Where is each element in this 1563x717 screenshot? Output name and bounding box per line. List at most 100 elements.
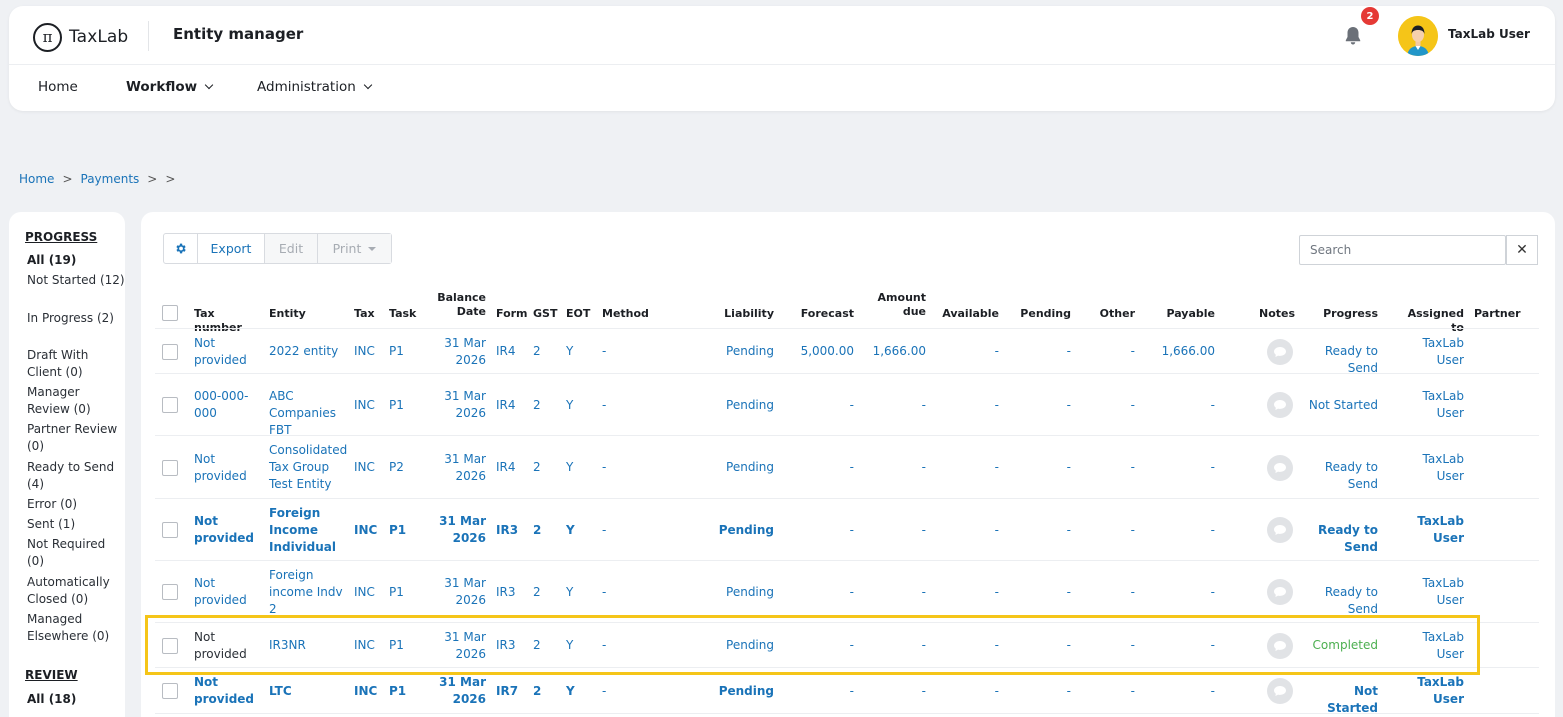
row-checkbox[interactable] bbox=[162, 343, 178, 360]
notes-button[interactable] bbox=[1267, 632, 1293, 659]
cell-entity[interactable]: Foreign income Indv 2 bbox=[269, 567, 349, 618]
cell-tax-number[interactable]: Not provided bbox=[194, 451, 264, 485]
filter-in-progress[interactable]: In Progress (2) bbox=[27, 310, 125, 327]
column-header-entity[interactable]: Entity bbox=[269, 307, 349, 321]
column-header-amount-due[interactable]: Amount due bbox=[856, 291, 926, 319]
cell-assigned-to[interactable]: TaxLab User bbox=[1396, 629, 1464, 663]
cell-balance-date[interactable]: 31 Mar 2026 bbox=[431, 388, 486, 422]
column-header-method[interactable]: Method bbox=[602, 307, 652, 321]
filter-managed-elsewhere[interactable]: Managed Elsewhere (0) bbox=[27, 611, 125, 645]
cell-liability[interactable]: Pending bbox=[701, 397, 774, 414]
cell-entity[interactable]: ABC Companies FBT bbox=[269, 388, 349, 439]
nav-workflow[interactable]: Workflow bbox=[126, 79, 214, 95]
cell-balance-date[interactable]: 31 Mar 2026 bbox=[431, 335, 486, 369]
cell-balance-date[interactable]: 31 Mar 2026 bbox=[431, 451, 486, 485]
column-header-eot[interactable]: EOT bbox=[566, 307, 591, 321]
notes-button[interactable] bbox=[1267, 338, 1293, 365]
column-header-tax[interactable]: Tax bbox=[354, 307, 382, 321]
cell-balance-date[interactable]: 31 Mar 2026 bbox=[431, 513, 486, 547]
cell-progress[interactable]: Completed bbox=[1301, 637, 1378, 654]
row-checkbox[interactable] bbox=[162, 397, 178, 413]
cell-tax-number[interactable]: Not provided bbox=[194, 629, 264, 663]
cell-progress[interactable]: Ready to Send bbox=[1301, 584, 1378, 618]
cell-liability[interactable]: Pending bbox=[701, 459, 774, 476]
cell-entity[interactable]: Consolidated Tax Group Test Entity bbox=[269, 442, 349, 493]
cell-entity[interactable]: IR3NR bbox=[269, 637, 349, 654]
notes-button[interactable] bbox=[1267, 517, 1293, 543]
breadcrumb-payments[interactable]: Payments bbox=[81, 172, 140, 186]
notes-button[interactable] bbox=[1267, 678, 1293, 704]
cell-progress[interactable]: Not Started bbox=[1301, 397, 1378, 414]
cell-tax-number[interactable]: 000-000-000 bbox=[194, 388, 264, 422]
comment-icon bbox=[1274, 587, 1286, 597]
cell-liability[interactable]: Pending bbox=[701, 584, 774, 601]
cell-entity[interactable]: LTC bbox=[269, 683, 349, 700]
cell-tax-number[interactable]: Not provided bbox=[194, 335, 264, 369]
row-checkbox[interactable] bbox=[162, 584, 178, 600]
cell-liability[interactable]: Pending bbox=[701, 683, 774, 700]
column-header-gst[interactable]: GST bbox=[533, 307, 558, 321]
notes-button[interactable] bbox=[1267, 454, 1293, 481]
header-separator bbox=[9, 64, 1555, 65]
row-checkbox[interactable] bbox=[162, 522, 178, 538]
cell-progress[interactable]: Ready to Send bbox=[1301, 459, 1378, 493]
cell-tax-number[interactable]: Not provided bbox=[194, 513, 264, 547]
nav-home[interactable]: Home bbox=[38, 79, 78, 95]
cell-assigned-to[interactable]: TaxLab User bbox=[1396, 513, 1464, 547]
column-header-payable[interactable]: Payable bbox=[1141, 307, 1215, 321]
notes-button[interactable] bbox=[1267, 392, 1293, 418]
nav-administration[interactable]: Administration bbox=[257, 79, 373, 95]
cell-progress[interactable]: Not Started bbox=[1301, 683, 1378, 717]
column-header-notes[interactable]: Notes bbox=[1259, 307, 1299, 321]
breadcrumb-home[interactable]: Home bbox=[19, 172, 54, 186]
cell-tax-number[interactable]: Not provided bbox=[194, 575, 264, 609]
column-header-partner[interactable]: Partner bbox=[1474, 307, 1524, 321]
column-header-liability[interactable]: Liability bbox=[701, 307, 774, 321]
taxlab-logo[interactable]: π TaxLab bbox=[33, 22, 128, 52]
filter-review-all[interactable]: All (18) bbox=[27, 691, 125, 708]
filter-error[interactable]: Error (0) bbox=[27, 496, 125, 513]
row-checkbox[interactable] bbox=[162, 459, 178, 476]
select-all-checkbox[interactable] bbox=[162, 305, 178, 321]
cell-eot: Y bbox=[566, 522, 575, 537]
column-header-form[interactable]: Form bbox=[496, 307, 528, 321]
row-checkbox[interactable] bbox=[162, 637, 178, 654]
filter-draft-with-client[interactable]: Draft With Client (0) bbox=[27, 347, 125, 381]
notes-button[interactable] bbox=[1267, 579, 1293, 605]
cell-liability[interactable]: Pending bbox=[701, 637, 774, 654]
filter-manager-review[interactable]: Manager Review (0) bbox=[27, 384, 125, 418]
filter-progress-all[interactable]: All (19) bbox=[27, 252, 125, 269]
column-header-progress[interactable]: Progress bbox=[1301, 307, 1378, 321]
filter-not-started[interactable]: Not Started (12) bbox=[27, 272, 125, 289]
cell-tax-number[interactable]: Not provided bbox=[194, 674, 264, 708]
filter-automatically-closed[interactable]: Automatically Closed (0) bbox=[27, 574, 125, 608]
column-header-task[interactable]: Task bbox=[389, 307, 419, 321]
cell-balance-date[interactable]: 31 Mar 2026 bbox=[431, 575, 486, 609]
cell-assigned-to[interactable]: TaxLab User bbox=[1396, 451, 1464, 485]
cell-assigned-to[interactable]: TaxLab User bbox=[1396, 335, 1464, 369]
bell-icon[interactable] bbox=[1341, 24, 1365, 48]
filter-not-required[interactable]: Not Required (0) bbox=[27, 536, 125, 570]
cell-assigned-to[interactable]: TaxLab User bbox=[1396, 674, 1464, 708]
row-checkbox[interactable] bbox=[162, 683, 178, 699]
cell-entity[interactable]: 2022 entity bbox=[269, 343, 349, 360]
column-header-balance-date[interactable]: Balance Date bbox=[431, 291, 486, 319]
column-header-pending[interactable]: Pending bbox=[1001, 307, 1071, 321]
filter-sent[interactable]: Sent (1) bbox=[27, 516, 125, 533]
column-header-other[interactable]: Other bbox=[1071, 307, 1135, 321]
column-header-available[interactable]: Available bbox=[931, 307, 999, 321]
filter-ready-to-send[interactable]: Ready to Send (4) bbox=[27, 459, 125, 493]
avatar[interactable] bbox=[1398, 16, 1438, 56]
cell-progress[interactable]: Ready to Send bbox=[1301, 522, 1378, 556]
cell-balance-date[interactable]: 31 Mar 2026 bbox=[431, 629, 486, 663]
cell-progress[interactable]: Ready to Send bbox=[1301, 343, 1378, 377]
cell-balance-date[interactable]: 31 Mar 2026 bbox=[431, 674, 486, 708]
cell-assigned-to[interactable]: TaxLab User bbox=[1396, 575, 1464, 609]
cell-assigned-to[interactable]: TaxLab User bbox=[1396, 388, 1464, 422]
filter-partner-review[interactable]: Partner Review (0) bbox=[27, 421, 125, 455]
cell-entity[interactable]: Foreign Income Individual bbox=[269, 505, 349, 556]
user-name[interactable]: TaxLab User bbox=[1448, 27, 1530, 41]
cell-liability[interactable]: Pending bbox=[701, 343, 774, 360]
cell-liability[interactable]: Pending bbox=[701, 522, 774, 539]
column-header-forecast[interactable]: Forecast bbox=[781, 307, 854, 321]
